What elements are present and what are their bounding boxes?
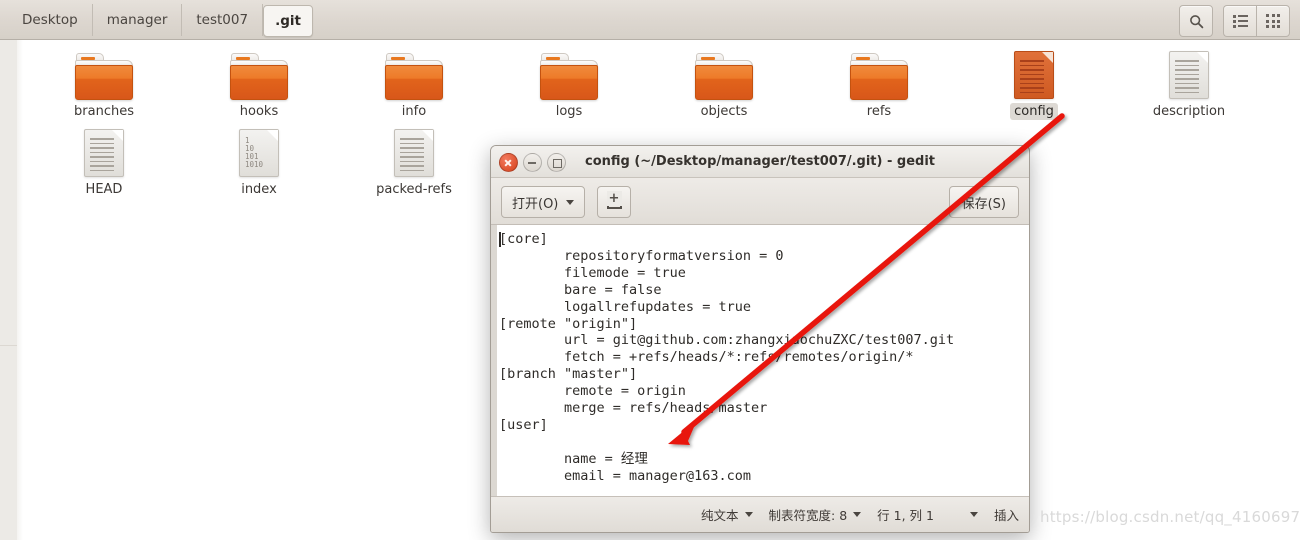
insert-mode-label: 插入: [993, 508, 1019, 523]
file-item-branches[interactable]: branches: [49, 53, 159, 120]
file-label: description: [1152, 104, 1226, 119]
file-label: packed-refs: [376, 182, 452, 197]
screen: Desktop manager test007 .git branches ho…: [0, 0, 1300, 540]
file-item-refs[interactable]: refs: [824, 53, 934, 120]
folder-icon: [385, 53, 443, 100]
language-selector[interactable]: 纯文本: [701, 505, 753, 524]
gedit-toolbar: 打开(O) 保存(S): [491, 178, 1029, 225]
chevron-down-icon: [969, 512, 978, 517]
file-item-description[interactable]: description: [1134, 51, 1244, 120]
breadcrumb-item-git[interactable]: .git: [263, 5, 313, 37]
open-file-label: 打开(O): [512, 196, 559, 212]
file-label: logs: [555, 104, 583, 119]
grid-view-icon: [1266, 14, 1280, 28]
new-document-button[interactable]: [597, 186, 631, 218]
text-file-icon: [1014, 51, 1054, 99]
file-item-logs[interactable]: logs: [514, 53, 624, 120]
config-file-content[interactable]: [core] repositoryformatversion = 0 filem…: [497, 225, 1029, 485]
folder-icon: [230, 53, 288, 100]
file-label: HEAD: [85, 182, 123, 197]
open-file-button[interactable]: 打开(O): [501, 186, 586, 218]
file-item-info[interactable]: info: [359, 53, 469, 120]
gedit-text-area[interactable]: [core] repositoryformatversion = 0 filem…: [491, 225, 1029, 497]
breadcrumb-item-desktop[interactable]: Desktop: [8, 4, 93, 36]
chevron-down-icon: [744, 512, 753, 517]
file-label: index: [241, 182, 277, 197]
folder-icon: [75, 53, 133, 100]
tab-width-selector[interactable]: 制表符宽度: 8: [769, 505, 862, 524]
sidebar-strip: [0, 40, 18, 540]
grid-view-button[interactable]: [1256, 5, 1290, 37]
tab-width-label: 制表符宽度: 8: [768, 508, 848, 523]
breadcrumb-item-test007[interactable]: test007: [182, 4, 264, 36]
binary-file-icon: 1 10 101 1010: [239, 129, 279, 177]
cursor-position-selector[interactable]: 行 1, 列 1: [877, 505, 978, 524]
chevron-down-icon: [853, 512, 862, 517]
file-label: info: [401, 104, 427, 119]
text-file-icon: [1169, 51, 1209, 99]
sidebar-divider: [0, 345, 17, 346]
gedit-title-bar[interactable]: config (~/Desktop/manager/test007/.git) …: [491, 146, 1029, 178]
folder-icon: [540, 53, 598, 100]
gedit-status-bar: 纯文本 制表符宽度: 8 行 1, 列 1 插入: [491, 496, 1029, 532]
list-view-button[interactable]: [1223, 5, 1256, 37]
file-label: branches: [74, 104, 134, 119]
search-button[interactable]: [1179, 5, 1213, 37]
file-label: refs: [866, 104, 892, 119]
gedit-window[interactable]: config (~/Desktop/manager/test007/.git) …: [490, 145, 1030, 533]
folder-icon: [695, 53, 753, 100]
cursor-position-label: 行 1, 列 1: [877, 508, 934, 523]
save-button[interactable]: 保存(S): [948, 186, 1019, 218]
file-item-index[interactable]: 1 10 101 1010 index: [204, 129, 314, 198]
language-label: 纯文本: [701, 508, 739, 523]
file-item-head[interactable]: HEAD: [49, 129, 159, 198]
save-label: 保存(S): [961, 196, 1006, 212]
chevron-down-icon: [566, 199, 575, 205]
folder-icon: [850, 53, 908, 100]
file-item-packed-refs[interactable]: packed-refs: [359, 129, 469, 198]
file-label: hooks: [239, 104, 279, 119]
breadcrumb: Desktop manager test007 .git: [8, 4, 313, 37]
breadcrumb-item-manager[interactable]: manager: [93, 4, 183, 36]
file-item-config[interactable]: config: [979, 51, 1089, 120]
file-item-objects[interactable]: objects: [669, 53, 779, 120]
text-file-icon: [84, 129, 124, 177]
search-icon: [1189, 14, 1203, 28]
text-file-icon: [394, 129, 434, 177]
watermark: https://blog.csdn.net/qq_41606973: [1040, 508, 1300, 526]
file-item-hooks[interactable]: hooks: [204, 53, 314, 120]
list-view-icon: [1232, 13, 1248, 30]
file-manager-toolbar: Desktop manager test007 .git: [0, 0, 1300, 40]
view-mode-group: [1223, 5, 1290, 37]
file-label: objects: [700, 104, 748, 119]
toolbar-actions: [1179, 5, 1290, 37]
file-label: config: [1010, 103, 1058, 120]
text-cursor: [499, 232, 501, 247]
gedit-title: config (~/Desktop/manager/test007/.git) …: [584, 154, 936, 169]
new-document-icon: [606, 191, 622, 209]
